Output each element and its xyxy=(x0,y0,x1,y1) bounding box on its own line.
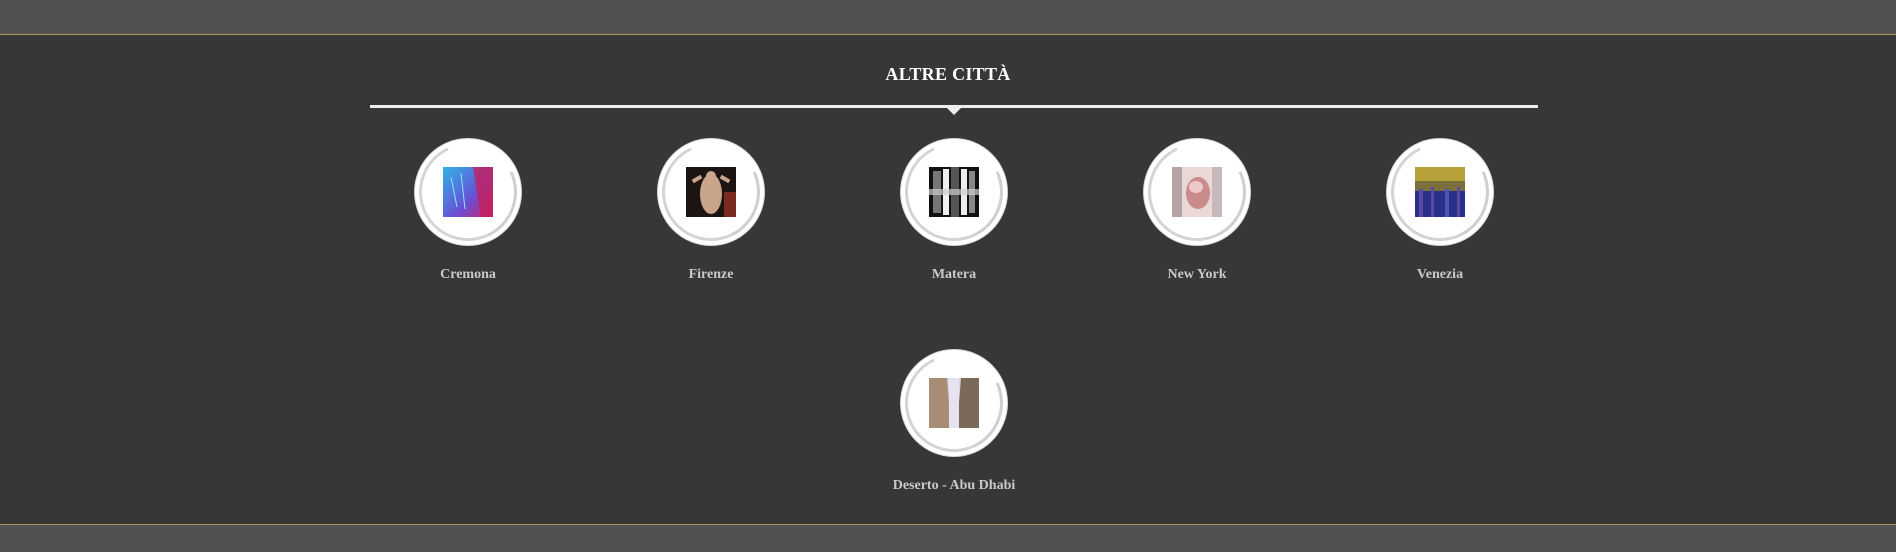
city-item-cremona[interactable]: Cremona xyxy=(368,129,568,283)
venezia-photo-icon xyxy=(1415,167,1465,217)
divider-pointer-icon xyxy=(947,108,961,115)
city-label[interactable]: Venezia xyxy=(1340,267,1540,283)
abu-dhabi-photo-icon xyxy=(929,378,979,428)
city-thumb-frame[interactable] xyxy=(1377,129,1503,255)
city-thumb-frame[interactable] xyxy=(648,129,774,255)
city-thumb-frame[interactable] xyxy=(891,129,1017,255)
city-label[interactable]: Matera xyxy=(854,267,1054,283)
cremona-photo-icon xyxy=(443,167,493,217)
bottom-band xyxy=(0,524,1896,552)
new-york-photo-icon xyxy=(1172,167,1222,217)
city-item-venezia[interactable]: Venezia xyxy=(1340,129,1540,283)
city-item-firenze[interactable]: Firenze xyxy=(611,129,811,283)
city-label[interactable]: Firenze xyxy=(611,267,811,283)
firenze-photo-icon xyxy=(686,167,736,217)
city-item-new-york[interactable]: New York xyxy=(1097,129,1297,283)
section-title: ALTRE CITTÀ xyxy=(885,64,1011,84)
top-band xyxy=(0,0,1896,35)
city-label[interactable]: Cremona xyxy=(368,267,568,283)
city-item-matera[interactable]: Matera xyxy=(854,129,1054,283)
city-item-abu-dhabi[interactable]: Deserto - Abu Dhabi xyxy=(854,340,1054,494)
other-cities-section: ALTRE CITTÀ Cremona Firenze Matera New Y… xyxy=(0,35,1896,524)
city-label[interactable]: Deserto - Abu Dhabi xyxy=(854,478,1054,494)
city-thumb-frame[interactable] xyxy=(891,340,1017,466)
matera-photo-icon xyxy=(929,167,979,217)
city-thumb-frame[interactable] xyxy=(405,129,531,255)
city-thumb-frame[interactable] xyxy=(1134,129,1260,255)
city-label[interactable]: New York xyxy=(1097,267,1297,283)
